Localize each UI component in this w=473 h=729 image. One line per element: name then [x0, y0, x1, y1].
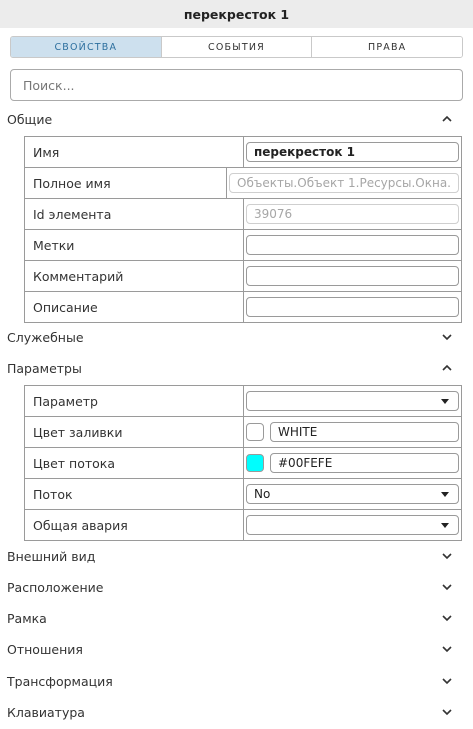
parameter-select[interactable] [246, 391, 459, 411]
fill-color-swatch[interactable] [246, 423, 264, 441]
tab-properties[interactable]: СВОЙСТВА [11, 37, 161, 57]
property-row-flow-color: Цвет потока #00FEFE [25, 448, 462, 479]
section-service-title: Служебные [7, 329, 84, 345]
property-label: Комментарий [25, 261, 244, 291]
flow-select[interactable]: No [246, 484, 459, 504]
caret-down-icon [441, 491, 449, 497]
search-input[interactable] [10, 69, 463, 101]
general-alarm-select[interactable] [246, 515, 459, 535]
section-location-header[interactable]: Расположение [0, 574, 473, 600]
section-relations-header[interactable]: Отношения [0, 636, 473, 662]
chevron-down-icon [442, 584, 452, 591]
section-parameters-title: Параметры [7, 360, 82, 376]
section-transform-header[interactable]: Трансформация [0, 668, 473, 694]
section-appearance-title: Внешний вид [7, 548, 96, 564]
description-field[interactable] [246, 297, 459, 317]
property-row-tags: Метки [25, 230, 462, 261]
section-frame-header[interactable]: Рамка [0, 605, 473, 631]
chevron-down-icon [442, 334, 452, 341]
property-row-full-name: Полное имя Объекты.Объект 1.Ресурсы.Окна… [25, 168, 462, 199]
section-appearance-header[interactable]: Внешний вид [0, 543, 473, 569]
caret-down-icon [441, 522, 449, 528]
chevron-up-icon [442, 115, 452, 122]
section-transform-title: Трансформация [7, 673, 113, 689]
full-name-field: Объекты.Объект 1.Ресурсы.Окна. [229, 173, 459, 193]
property-label: Цвет потока [25, 448, 244, 478]
chevron-down-icon [442, 646, 452, 653]
property-label: Метки [25, 230, 244, 260]
general-properties-grid: Имя перекресток 1 Полное имя Объекты.Объ… [24, 136, 462, 323]
section-service-header[interactable]: Служебные [0, 324, 473, 350]
property-label: Параметр [25, 386, 244, 416]
parameters-grid: Параметр Цвет заливки WHITE Цвет потока … [24, 385, 462, 541]
flow-color-field[interactable]: #00FEFE [270, 453, 459, 473]
chevron-down-icon [442, 709, 452, 716]
property-row-comment: Комментарий [25, 261, 462, 292]
property-row-general-alarm: Общая авария [25, 510, 462, 541]
window-title: перекресток 1 [0, 0, 473, 28]
select-value: No [254, 487, 271, 501]
tab-rights[interactable]: ПРАВА [311, 37, 462, 57]
section-general-header[interactable]: Общие [0, 106, 473, 132]
property-label: Цвет заливки [25, 417, 244, 447]
property-label: Описание [25, 292, 244, 322]
property-row-description: Описание [25, 292, 462, 323]
chevron-down-icon [442, 678, 452, 685]
section-location-title: Расположение [7, 579, 104, 595]
property-label: Id элемента [25, 199, 244, 229]
property-label: Полное имя [25, 168, 228, 198]
section-parameters-header[interactable]: Параметры [0, 355, 473, 381]
property-row-flow: Поток No [25, 479, 462, 510]
flow-color-swatch[interactable] [246, 454, 264, 472]
tab-bar: СВОЙСТВА СОБЫТИЯ ПРАВА [10, 36, 463, 58]
property-label: Имя [25, 137, 244, 167]
property-row-element-id: Id элемента 39076 [25, 199, 462, 230]
section-keyboard-title: Клавиатура [7, 704, 85, 720]
name-field[interactable]: перекресток 1 [246, 142, 459, 162]
caret-down-icon [441, 398, 449, 404]
property-row-fill-color: Цвет заливки WHITE [25, 417, 462, 448]
tags-field[interactable] [246, 235, 459, 255]
section-general-title: Общие [7, 111, 53, 127]
property-row-name: Имя перекресток 1 [25, 137, 462, 168]
property-label: Поток [25, 479, 244, 509]
chevron-down-icon [442, 553, 452, 560]
tab-events[interactable]: СОБЫТИЯ [160, 37, 312, 57]
property-row-parameter: Параметр [25, 386, 462, 417]
section-keyboard-header[interactable]: Клавиатура [0, 699, 473, 725]
chevron-up-icon [442, 364, 452, 371]
property-label: Общая авария [25, 510, 244, 540]
section-relations-title: Отношения [7, 641, 83, 657]
section-frame-title: Рамка [7, 610, 47, 626]
chevron-down-icon [442, 615, 452, 622]
fill-color-field[interactable]: WHITE [270, 422, 459, 442]
element-id-field: 39076 [246, 204, 459, 224]
comment-field[interactable] [246, 266, 459, 286]
